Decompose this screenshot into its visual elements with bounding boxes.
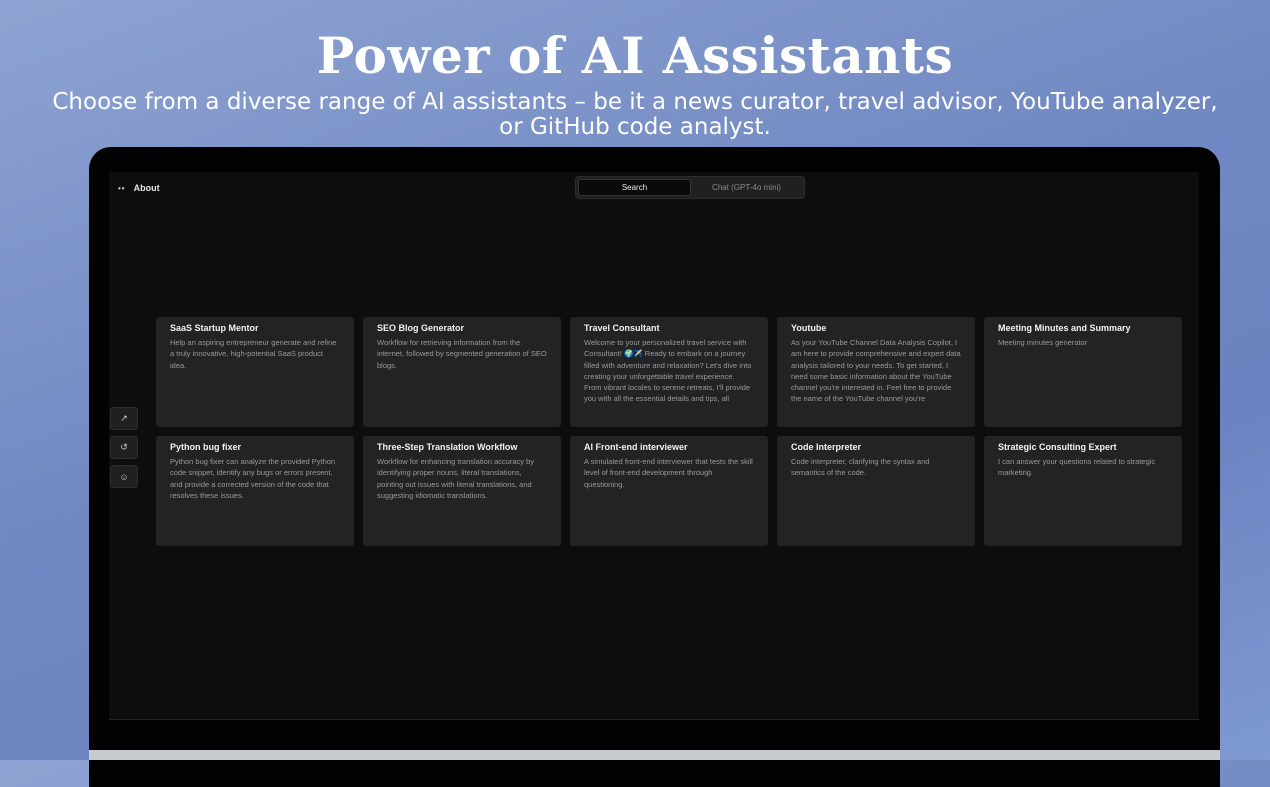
card-description: Help an aspiring entrepreneur generate a… [170, 338, 337, 370]
assistant-card-translation-workflow[interactable]: Three-Step Translation Workflow Workflow… [363, 436, 561, 546]
history-button[interactable]: ↺ [110, 436, 138, 459]
card-title: Strategic Consulting Expert [998, 442, 1117, 452]
card-description: Meeting minutes generator [998, 338, 1088, 347]
headline: Power of AI Assistants [316, 26, 954, 85]
card-description: A simulated front-end interviewer that t… [584, 457, 753, 489]
history-icon: ↺ [120, 442, 128, 452]
card-description: Python bug fixer can analyze the provide… [170, 457, 336, 500]
subheadline: Choose from a diverse range of AI assist… [52, 89, 1218, 140]
assistant-card-saas-startup-mentor[interactable]: SaaS Startup Mentor Help an aspiring ent… [156, 317, 354, 427]
card-description: I can answer your questions related to s… [998, 457, 1156, 478]
laptop-frame: •• About Search Chat (GPT-4o mini) ↗ ↺ ☺… [89, 147, 1220, 787]
card-title: SEO Blog Generator [377, 323, 465, 333]
card-description: Workflow for enhancing translation accur… [377, 457, 535, 500]
card-title: SaaS Startup Mentor [170, 323, 259, 333]
dots-icon: •• [118, 183, 126, 193]
tab-chat[interactable]: Chat (GPT-4o mini) [691, 179, 802, 196]
chat-icon: ☺ [119, 471, 129, 482]
assistant-card-python-bug-fixer[interactable]: Python bug fixer Python bug fixer can an… [156, 436, 354, 546]
card-title: AI Front-end interviewer [584, 442, 688, 452]
trending-button[interactable]: ↗ [110, 407, 138, 430]
card-title: Python bug fixer [170, 442, 242, 452]
assistant-card-strategic-consulting[interactable]: Strategic Consulting Expert I can answer… [984, 436, 1182, 546]
card-description: Workflow for retrieving information from… [377, 338, 547, 370]
about-label: About [133, 183, 160, 193]
mode-tabs: Search Chat (GPT-4o mini) [575, 176, 805, 199]
trending-icon: ↗ [120, 413, 128, 423]
assistant-card-meeting-minutes[interactable]: Meeting Minutes and Summary Meeting minu… [984, 317, 1182, 427]
app-screen: •• About Search Chat (GPT-4o mini) ↗ ↺ ☺… [109, 172, 1199, 720]
assistant-card-seo-blog-generator[interactable]: SEO Blog Generator Workflow for retrievi… [363, 317, 561, 427]
chat-button[interactable]: ☺ [110, 465, 138, 488]
about-link[interactable]: •• About [118, 183, 160, 193]
tab-search[interactable]: Search [578, 179, 691, 196]
assistant-card-frontend-interviewer[interactable]: AI Front-end interviewer A simulated fro… [570, 436, 768, 546]
card-title: Travel Consultant [584, 323, 660, 333]
card-title: Meeting Minutes and Summary [998, 323, 1131, 333]
assistant-card-travel-consultant[interactable]: Travel Consultant Welcome to your person… [570, 317, 768, 427]
assistant-card-code-interpreter[interactable]: Code Interpreter Code interpreter, clari… [777, 436, 975, 546]
card-description: As your YouTube Channel Data Analysis Co… [791, 338, 961, 404]
card-description: Welcome to your personalized travel serv… [584, 338, 752, 404]
card-title: Youtube [791, 323, 827, 333]
laptop-base [89, 750, 1220, 760]
assistant-grid: SaaS Startup Mentor Help an aspiring ent… [156, 317, 1182, 546]
side-toolbar: ↗ ↺ ☺ [110, 407, 138, 488]
card-description: Code interpreter, clarifying the syntax … [791, 457, 930, 478]
card-title: Code Interpreter [791, 442, 862, 452]
card-title: Three-Step Translation Workflow [377, 442, 518, 452]
assistant-card-youtube[interactable]: Youtube As your YouTube Channel Data Ana… [777, 317, 975, 427]
